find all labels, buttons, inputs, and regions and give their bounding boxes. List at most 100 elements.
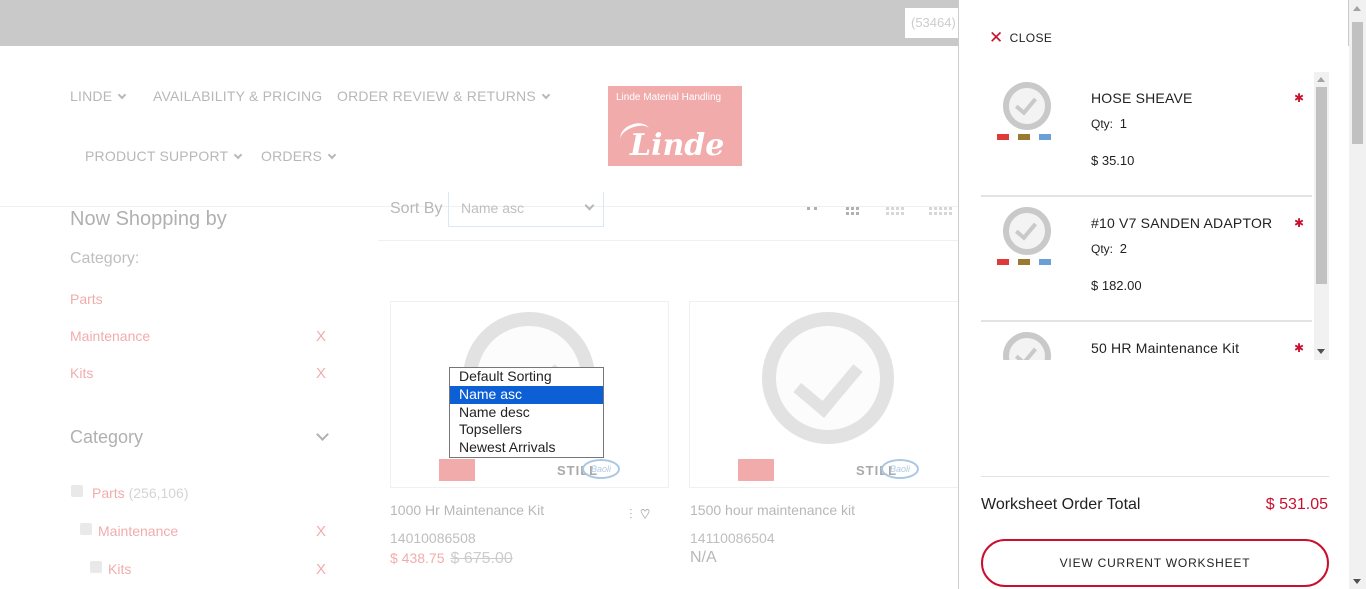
nav-linde[interactable]: LINDE — [70, 88, 127, 104]
sort-select[interactable]: Name asc — [448, 192, 604, 227]
item-qty: Qty: 1 — [1091, 116, 1127, 131]
scroll-up-icon[interactable] — [1353, 6, 1361, 11]
scrollbar-thumb[interactable] — [1352, 22, 1363, 144]
item-count: (256,106) — [128, 485, 189, 501]
category-heading[interactable]: Category — [70, 427, 143, 448]
scroll-down-icon[interactable] — [1317, 349, 1325, 354]
baoli-brand-logo: Baoli — [881, 459, 919, 479]
tree-item-maintenance[interactable]: Maintenance — [98, 523, 178, 539]
remove-kits[interactable]: X — [316, 561, 326, 578]
total-divider — [981, 476, 1329, 477]
check-icon — [1014, 342, 1038, 360]
item-qty: Qty: 2 — [1091, 241, 1127, 256]
worksheet-item: HOSE SHEAVE Qty: 1 $ 35.10 ✱ — [981, 72, 1312, 197]
gear-icon[interactable]: ✱ — [1294, 91, 1304, 105]
product-name[interactable]: 1500 hour maintenance kit — [690, 502, 855, 518]
scroll-down-icon[interactable] — [1353, 579, 1361, 584]
tree-label: Parts — [92, 485, 125, 501]
brand-logos: STILL Baoli — [738, 459, 919, 481]
item-name: 50 HR Maintenance Kit — [1091, 340, 1240, 356]
gear-icon[interactable]: ✱ — [1294, 341, 1304, 355]
view-current-worksheet-button[interactable]: VIEW CURRENT WORKSHEET — [981, 539, 1329, 587]
remove-maintenance[interactable]: X — [316, 523, 326, 540]
page-scrollbar[interactable] — [1349, 0, 1366, 589]
grid-5-icon[interactable] — [929, 207, 952, 215]
worksheet-item-list[interactable]: HOSE SHEAVE Qty: 1 $ 35.10 ✱ #10 V7 SAND… — [981, 72, 1329, 360]
nav-product-support[interactable]: PRODUCT SUPPORT — [85, 148, 243, 164]
sort-option-newest[interactable]: Newest Arrivals — [450, 439, 603, 457]
brand-logos — [997, 259, 1057, 265]
qty-label: Qty: — [1091, 117, 1114, 131]
check-icon — [793, 346, 863, 418]
genuine-parts-seal-icon — [762, 312, 894, 444]
sort-dropdown-list[interactable]: Default Sorting Name asc Name desc Topse… — [449, 367, 604, 458]
item-price: $ 182.00 — [1091, 278, 1142, 293]
grid-4-icon[interactable] — [886, 207, 904, 215]
close-icon: ✕ — [989, 28, 1004, 47]
sort-value: Name asc — [461, 200, 525, 216]
parts-checkbox[interactable] — [71, 485, 83, 497]
sort-option-name-asc[interactable]: Name asc — [450, 385, 603, 404]
grid-3-icon[interactable] — [846, 207, 859, 215]
qty-value: 2 — [1119, 241, 1127, 256]
heart-icon[interactable]: ♡ — [640, 506, 650, 522]
list-scrollbar[interactable] — [1314, 72, 1329, 360]
product-sku: 14110086504 — [690, 530, 775, 546]
maintenance-checkbox[interactable] — [80, 523, 92, 535]
now-shopping-title: Now Shopping by — [70, 208, 227, 230]
worksheet-item: #10 V7 SANDEN ADAPTOR Qty: 2 $ 182.00 ✱ — [981, 197, 1312, 322]
item-name: #10 V7 SANDEN ADAPTOR — [1091, 215, 1273, 231]
chevron-down-icon[interactable] — [316, 428, 329, 441]
nav-label: ORDER REVIEW & RETURNS — [337, 88, 536, 104]
worksheet-panel: ✕ CLOSE HOSE SHEAVE Qty: 1 $ 35.10 ✱ #10 … — [958, 0, 1348, 589]
nav-availability-pricing[interactable]: AVAILABILITY & PRICING — [153, 88, 322, 104]
worksheet-total-label: Worksheet Order Total — [981, 496, 1141, 513]
qty-value: 1 — [1119, 116, 1127, 131]
filter-parts[interactable]: Parts — [70, 291, 103, 307]
logo-caption: Linde Material Handling — [616, 92, 722, 103]
toolbar-divider — [378, 240, 958, 241]
scrollbar-thumb[interactable] — [1316, 87, 1327, 284]
product-actions: ⫶ ♡ — [629, 506, 650, 523]
product-card[interactable]: STILL Baoli — [689, 301, 968, 488]
linde-logo[interactable]: Linde Material Handling Linde — [608, 86, 742, 166]
chevron-down-icon — [327, 150, 337, 160]
chevron-down-icon — [541, 90, 551, 100]
kits-checkbox[interactable] — [90, 561, 102, 573]
worksheet-item: 50 HR Maintenance Kit ✱ — [981, 322, 1312, 360]
scroll-up-icon[interactable] — [1317, 77, 1325, 82]
tree-item-kits[interactable]: Kits — [108, 561, 131, 577]
product-sku: 14010086508 — [390, 530, 476, 546]
brand-logos: STILL Baoli — [439, 459, 620, 481]
linde-brand-icon — [738, 459, 774, 481]
nav-orders[interactable]: ORDERS — [261, 148, 337, 164]
remove-maintenance-filter[interactable]: X — [316, 328, 326, 345]
filter-kits[interactable]: Kits — [70, 365, 93, 381]
close-button[interactable]: ✕ CLOSE — [989, 27, 1052, 47]
compare-icon[interactable]: ⫶ — [629, 506, 633, 522]
gear-icon[interactable]: ✱ — [1294, 216, 1304, 230]
logo-wordmark: Linde — [630, 128, 725, 163]
category-filter-label: Category: — [70, 250, 140, 267]
tree-item-parts[interactable]: Parts (256,106) — [92, 485, 189, 501]
sort-option-topsellers[interactable]: Topsellers — [450, 421, 603, 439]
price-current: $ 438.75 — [390, 550, 445, 566]
nav-label: LINDE — [70, 88, 113, 104]
worksheet-total-value: $ 531.05 — [1265, 496, 1328, 513]
sort-option-name-desc[interactable]: Name desc — [450, 404, 603, 422]
filter-maintenance[interactable]: Maintenance — [70, 328, 150, 344]
nav-label: PRODUCT SUPPORT — [85, 148, 229, 164]
sort-option-default[interactable]: Default Sorting — [450, 368, 603, 386]
remove-kits-filter[interactable]: X — [316, 365, 326, 382]
grid-2-icon[interactable] — [807, 207, 819, 210]
close-label: CLOSE — [1009, 31, 1053, 45]
product-name[interactable]: 1000 Hr Maintenance Kit — [390, 502, 544, 518]
nav-order-review-returns[interactable]: ORDER REVIEW & RETURNS — [337, 88, 551, 104]
product-thumbnail — [1003, 332, 1051, 360]
linde-brand-icon — [439, 459, 475, 481]
qty-label: Qty: — [1091, 242, 1114, 256]
item-price: $ 35.10 — [1091, 153, 1135, 168]
nav-label: AVAILABILITY & PRICING — [153, 88, 323, 104]
product-thumbnail — [1003, 207, 1051, 255]
baoli-brand-logo: Baoli — [582, 459, 620, 479]
